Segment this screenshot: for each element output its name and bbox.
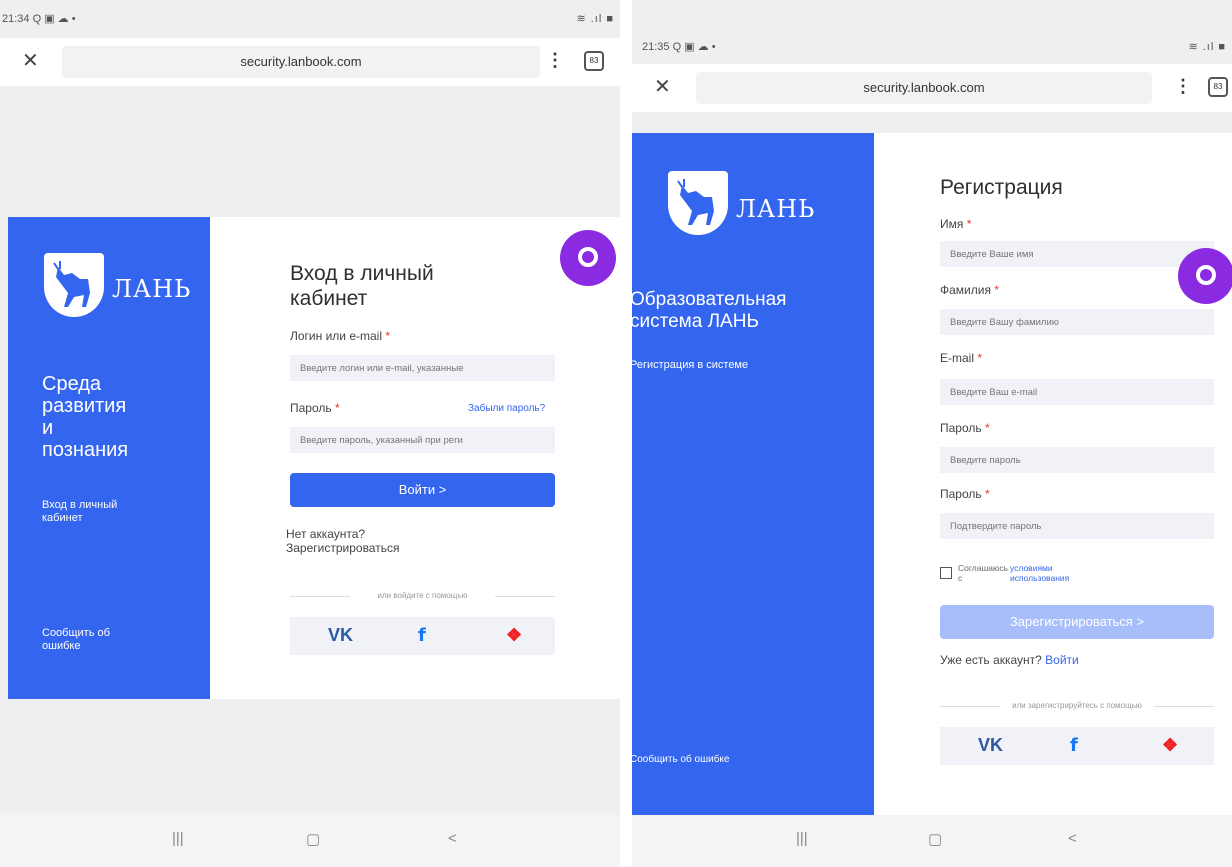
no-account-text: Нет аккаунта? [286, 527, 366, 541]
login-input[interactable] [290, 355, 555, 381]
logo-text: ЛАНЬ [112, 275, 192, 303]
page-title: Регистрация [940, 176, 1063, 199]
register-screen: 21:35 Q ▣ ☁ • ≋ .ıl ■ ✕ security.lanbook… [632, 0, 1232, 867]
lan-social-icon[interactable]: ❖ [1162, 735, 1178, 756]
password-input[interactable] [940, 447, 1214, 473]
report-error-link[interactable]: Сообщить об ошибке [632, 753, 729, 766]
status-bar: 21:34 Q ▣ ☁ • ≋ .ıl ■ [0, 0, 620, 30]
register-button[interactable]: Зарегистрироваться > [940, 605, 1214, 639]
tagline: Образовательная система ЛАНЬ [632, 289, 787, 332]
social-login-bar: VK f ❖ [940, 727, 1214, 765]
last-name-label: Фамилия * [940, 283, 999, 297]
system-nav-bar: ||| ▢ < [632, 815, 1232, 867]
close-icon[interactable]: ✕ [654, 74, 671, 99]
address-bar[interactable]: security.lanbook.com [62, 46, 540, 78]
login-screen: 21:34 Q ▣ ☁ • ≋ .ıl ■ ✕ security.lanbook… [0, 0, 620, 867]
tabs-count-button[interactable]: 83 [1208, 77, 1228, 97]
report-error-link[interactable]: Сообщить об ошибке [42, 627, 110, 653]
status-time: 21:34 Q ▣ ☁ • [2, 13, 76, 25]
email-label: E-mail * [940, 351, 983, 365]
logo-text: ЛАНЬ [736, 195, 816, 223]
sidebar-subtitle: Регистрация в системе [632, 359, 749, 371]
social-divider: или зарегистрируйтесь с помощью [940, 699, 1214, 713]
back-icon[interactable]: < [448, 830, 457, 847]
terms-checkbox[interactable] [940, 567, 952, 579]
lan-logo-icon [668, 171, 728, 235]
page-title: Вход в личный кабинет [290, 262, 434, 310]
register-link[interactable]: Зарегистрироваться [286, 541, 399, 555]
lan-social-icon[interactable]: ❖ [506, 625, 522, 646]
password-label: Пароль * [290, 401, 340, 415]
home-icon[interactable]: ▢ [306, 830, 320, 848]
lan-logo-icon [44, 253, 104, 317]
login-label: Логин или e-mail * [290, 329, 391, 343]
tabs-count-button[interactable]: 83 [584, 51, 604, 71]
more-menu-icon[interactable]: ⋮ [546, 50, 564, 71]
sidebar-subtitle: Вход в личный кабинет [42, 499, 118, 524]
first-name-label: Имя * [940, 217, 972, 231]
last-name-input[interactable] [940, 309, 1214, 335]
brand-sidebar: ЛАНЬ Образовательная система ЛАНЬ Регист… [632, 133, 874, 833]
home-icon[interactable]: ▢ [928, 830, 942, 848]
password-label: Пароль * [940, 421, 990, 435]
login-button[interactable]: Войти > [290, 473, 555, 507]
login-form-panel: Вход в личный кабинет Логин или e-mail *… [210, 217, 620, 699]
password-confirm-label: Пароль * [940, 487, 990, 501]
recent-apps-icon[interactable]: ||| [172, 830, 184, 847]
brand-sidebar: ЛАНЬ Среда развития и познания Вход в ли… [8, 217, 210, 699]
alice-assistant-icon[interactable] [1178, 248, 1232, 304]
recent-apps-icon[interactable]: ||| [796, 830, 808, 847]
login-link[interactable]: Войти [1045, 653, 1079, 667]
vk-icon[interactable]: VK [978, 735, 1003, 756]
browser-toolbar: ✕ security.lanbook.com ⋮ 83 [632, 64, 1232, 112]
agree-text: Соглашаюсь с [958, 563, 1009, 583]
password-confirm-input[interactable] [940, 513, 1214, 539]
address-bar[interactable]: security.lanbook.com [696, 72, 1152, 104]
alice-assistant-icon[interactable] [560, 230, 616, 286]
more-menu-icon[interactable]: ⋮ [1174, 76, 1192, 97]
status-bar: 21:35 Q ▣ ☁ • ≋ .ıl ■ [632, 0, 1232, 53]
password-input[interactable] [290, 427, 555, 453]
signal-icon: ≋ .ıl ■ [1188, 41, 1226, 53]
status-time: 21:35 Q ▣ ☁ • [642, 41, 716, 53]
social-login-bar: VK f ❖ [290, 617, 555, 655]
terms-link[interactable]: условиями использования [1010, 563, 1110, 583]
facebook-icon[interactable]: f [418, 625, 426, 646]
back-icon[interactable]: < [1068, 830, 1077, 847]
vk-icon[interactable]: VK [328, 625, 353, 646]
facebook-icon[interactable]: f [1070, 735, 1078, 756]
have-account-text: Уже есть аккаунт? Войти [940, 653, 1079, 667]
email-field[interactable] [940, 379, 1214, 405]
forgot-password-link[interactable]: Забыли пароль? [468, 403, 545, 414]
register-form-panel: Регистрация Имя * Фамилия * E-mail * Пар… [874, 133, 1232, 833]
social-divider: или войдите с помощью [290, 589, 555, 603]
browser-toolbar: ✕ security.lanbook.com ⋮ 83 [0, 38, 620, 86]
system-nav-bar: ||| ▢ < [0, 815, 620, 867]
signal-icon: ≋ .ıl ■ [576, 13, 614, 25]
tagline: Среда развития и познания [42, 373, 129, 461]
close-icon[interactable]: ✕ [22, 48, 39, 73]
first-name-input[interactable] [940, 241, 1214, 267]
